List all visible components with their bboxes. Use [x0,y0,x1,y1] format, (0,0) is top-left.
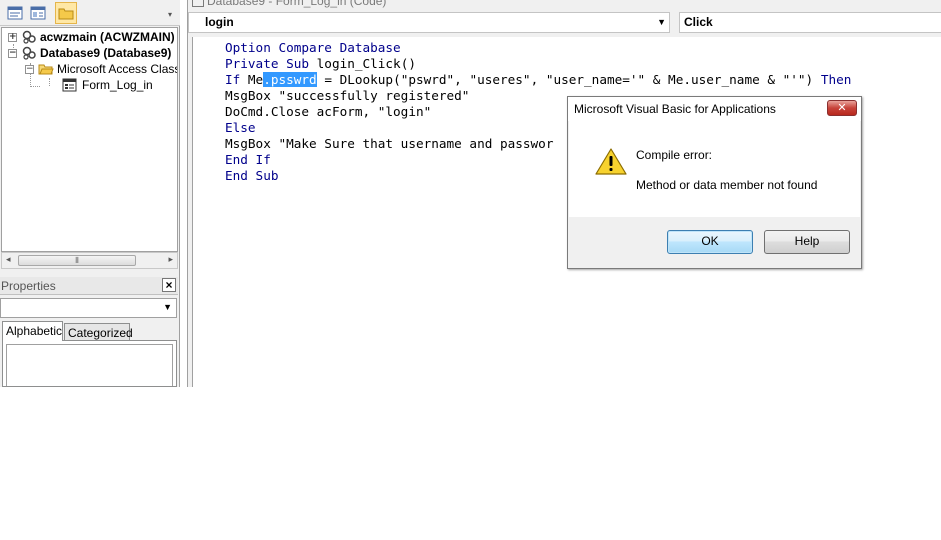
project-explorer-pane: ▾ + acwzmain (ACWZMAIN) − Database9 (Dat… [0,0,180,387]
view-code-icon [7,6,23,20]
view-object-button[interactable] [27,2,49,24]
project-toolbar: ▾ [0,0,180,26]
tree-item-database9[interactable]: − Database9 (Database9) [8,45,171,61]
error-heading: Compile error: [636,148,713,162]
properties-title: Properties [1,279,56,293]
vba-project-icon [22,30,36,44]
close-icon: ✕ [837,101,847,114]
tree-item-acwzmain[interactable]: + acwzmain (ACWZMAIN) [8,29,175,45]
collapse-icon[interactable]: − [8,48,17,58]
chevron-down-icon[interactable]: ▼ [163,302,172,312]
dialog-close-button[interactable]: ✕ [827,100,857,116]
selected-text[interactable]: .psswrd [263,72,317,87]
scroll-thumb[interactable]: ⦀ [18,255,136,266]
expand-icon[interactable]: + [8,32,17,42]
ok-button[interactable]: OK [667,230,753,254]
help-button[interactable]: Help [764,230,850,254]
scroll-right-icon[interactable]: ▸ [168,254,173,265]
collapse-icon[interactable]: − [25,64,34,74]
properties-grid [2,340,177,387]
tab-alphabetic[interactable]: Alphabetic [2,321,63,341]
dialog-body: Compile error: Method or data member not… [569,121,860,217]
module-icon [192,0,204,7]
compile-error-dialog: Microsoft Visual Basic for Applications … [567,96,862,269]
code-line[interactable]: If Me.psswrd = DLookup("pswrd", "useres"… [225,72,851,88]
close-properties-button[interactable]: × [162,278,176,292]
properties-object-select[interactable]: ▼ [0,298,177,318]
tree-item-label: Database9 (Database9) [40,46,172,60]
folder-icon [58,8,74,20]
vba-project-icon [22,46,36,60]
margin-indicator-bar[interactable] [188,37,213,387]
procedure-select[interactable]: Click [679,12,941,33]
object-select-value: login [205,15,234,29]
warning-icon [595,148,627,175]
object-select[interactable]: login ▼ [188,12,670,33]
tree-item-label: Microsoft Access Class Objects [57,62,178,76]
tree-horizontal-scrollbar[interactable]: ◂ ⦀ ▸ [1,252,178,269]
folder-open-icon [38,64,54,75]
project-tree: + acwzmain (ACWZMAIN) − Database9 (Datab… [1,27,178,252]
code-line[interactable]: Option Compare Database [225,40,851,56]
code-line[interactable]: Private Sub login_Click() [225,56,851,72]
form-module-icon [62,78,77,92]
toggle-folders-button[interactable] [55,2,77,24]
code-window-title: Database9 - Form_Log_in (Code) [192,0,386,8]
tree-item-label: Form_Log_in [82,78,153,92]
chevron-down-icon[interactable]: ▼ [657,17,666,27]
tree-item-form-log-in[interactable]: Form_Log_in [62,77,153,93]
view-code-button[interactable] [4,2,26,24]
error-message: Method or data member not found [636,178,818,192]
properties-header: Properties × [0,277,178,295]
close-icon: × [165,278,173,292]
tree-item-access-class-objects[interactable]: − Microsoft Access Class Objects [25,61,178,77]
dialog-title: Microsoft Visual Basic for Applications [574,102,776,116]
dialog-titlebar[interactable]: Microsoft Visual Basic for Applications … [568,97,861,121]
view-object-icon [30,6,46,20]
tree-item-label: acwzmain (ACWZMAIN) [40,30,175,44]
toolbar-overflow-icon[interactable]: ▾ [168,10,172,19]
procedure-select-value: Click [684,15,713,29]
scroll-left-icon[interactable]: ◂ [6,254,11,265]
